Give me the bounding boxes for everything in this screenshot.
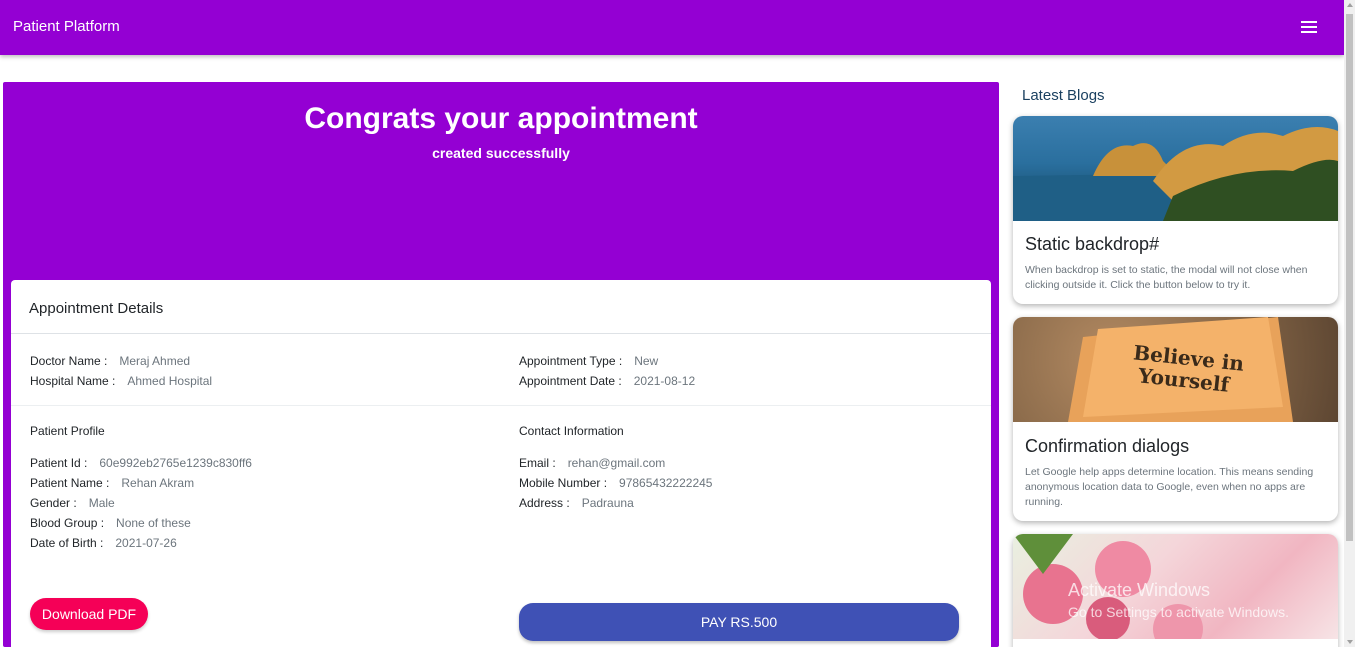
patient-name-row: Patient Name : Rehan Akram	[30, 476, 194, 490]
mobile-label: Mobile Number :	[519, 476, 608, 490]
blood-group-label: Blood Group :	[30, 516, 105, 530]
date-of-birth-row: Date of Birth : 2021-07-26	[30, 536, 177, 550]
appointment-type-row: Appointment Type : New	[519, 354, 658, 368]
windows-watermark-title: Activate Windows	[1068, 580, 1211, 600]
contact-information-heading: Contact Information	[519, 424, 624, 438]
scroll-up-arrow-icon[interactable]	[1347, 3, 1353, 7]
address-row: Address : Padrauna	[519, 496, 634, 510]
appointment-date-value: 2021-08-12	[633, 374, 696, 388]
brand-title[interactable]: Patient Platform	[13, 18, 120, 35]
blog-image-note: Believe in Yourself	[1013, 317, 1338, 422]
gender-value: Male	[88, 496, 115, 510]
scroll-down-arrow-icon[interactable]	[1347, 640, 1353, 644]
blog-excerpt: Let Google help apps determine location.…	[1025, 466, 1314, 508]
blog-image-coast	[1013, 116, 1338, 221]
email-value: rehan@gmail.com	[567, 456, 666, 470]
blood-group-value: None of these	[116, 516, 191, 530]
blog-card[interactable]: Static backdrop# When backdrop is set to…	[1013, 116, 1338, 304]
appointment-type-value: New	[634, 354, 659, 368]
appointment-date-label: Appointment Date :	[519, 374, 622, 388]
pay-button[interactable]: PAY RS.500	[519, 603, 959, 641]
blog-title[interactable]: Static backdrop#	[1025, 234, 1159, 255]
email-label: Email :	[519, 456, 556, 470]
email-row: Email : rehan@gmail.com	[519, 456, 665, 470]
doctor-name-value: Meraj Ahmed	[119, 354, 191, 368]
gender-row: Gender : Male	[30, 496, 115, 510]
blog-title[interactable]: Confirmation dialogs	[1025, 436, 1189, 457]
section-divider	[11, 405, 991, 406]
appointment-type-label: Appointment Type :	[519, 354, 623, 368]
sticky-note-illustration: Believe in Yourself	[1068, 317, 1293, 422]
hospital-name-row: Hospital Name : Ahmed Hospital	[30, 374, 212, 388]
blog-excerpt: When backdrop is set to static, the moda…	[1025, 264, 1308, 291]
mobile-value: 97865432222245	[619, 476, 713, 490]
date-of-birth-value: 2021-07-26	[115, 536, 177, 550]
page-scrollbar[interactable]	[1344, 0, 1355, 647]
patient-id-label: Patient Id :	[30, 456, 88, 470]
doctor-name-row: Doctor Name : Meraj Ahmed	[30, 354, 190, 368]
address-label: Address :	[519, 496, 570, 510]
blood-group-row: Blood Group : None of these	[30, 516, 191, 530]
patient-name-label: Patient Name :	[30, 476, 110, 490]
patient-profile-heading: Patient Profile	[30, 424, 105, 438]
coast-illustration	[1013, 127, 1338, 221]
patient-name-value: Rehan Akram	[121, 476, 195, 490]
appointment-details-heading: Appointment Details	[11, 280, 991, 334]
download-pdf-button[interactable]: Download PDF	[30, 598, 148, 630]
latest-blogs-heading: Latest Blogs	[1022, 87, 1105, 104]
address-value: Padrauna	[581, 496, 634, 510]
appointment-date-row: Appointment Date : 2021-08-12	[519, 374, 695, 388]
hospital-name-label: Hospital Name :	[30, 374, 116, 388]
blog-card[interactable]: Believe in Yourself Confirmation dialogs…	[1013, 317, 1338, 521]
doctor-name-label: Doctor Name :	[30, 354, 108, 368]
hero-title: Congrats your appointment	[304, 102, 698, 135]
gender-label: Gender :	[30, 496, 77, 510]
hamburger-icon[interactable]	[1298, 18, 1320, 36]
appointment-card: Appointment Details Doctor Name : Meraj A…	[11, 280, 991, 647]
scrollbar-thumb[interactable]	[1346, 14, 1353, 541]
patient-id-row: Patient Id : 60e992eb2765e1239c830ff6	[30, 456, 252, 470]
hero-subtitle: created successfully	[432, 145, 570, 161]
mobile-row: Mobile Number : 97865432222245	[519, 476, 712, 490]
date-of-birth-label: Date of Birth :	[30, 536, 104, 550]
hospital-name-value: Ahmed Hospital	[127, 374, 213, 388]
windows-watermark-subtitle: Go to Settings to activate Windows.	[1068, 604, 1289, 620]
patient-id-value: 60e992eb2765e1239c830ff6	[99, 456, 252, 470]
top-app-bar: Patient Platform	[0, 0, 1344, 55]
